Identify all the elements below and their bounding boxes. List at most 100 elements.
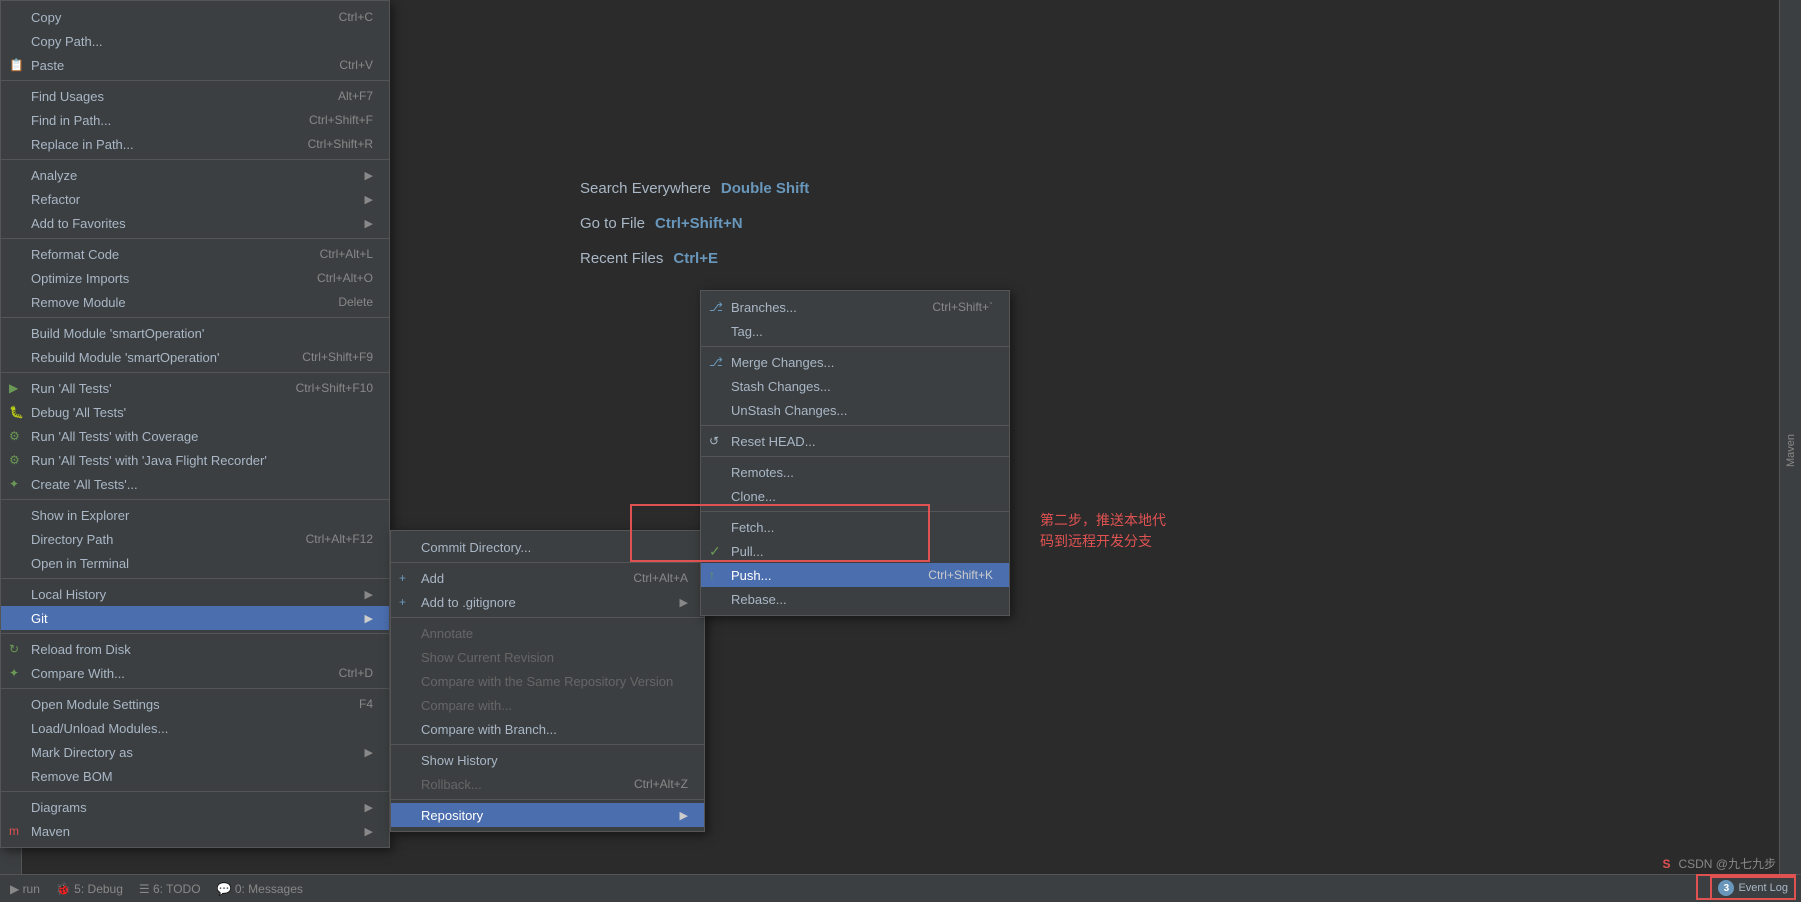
mark-dir-arrow-icon: ▶ [365, 746, 373, 759]
menu-paste[interactable]: 📋 Paste Ctrl+V [1, 53, 389, 77]
status-run[interactable]: ▶ run [10, 882, 40, 896]
repo-stash[interactable]: Stash Changes... [701, 374, 1009, 398]
local-history-arrow-icon: ▶ [365, 588, 373, 601]
csdn-text: S [1662, 857, 1670, 871]
git-add[interactable]: + Add Ctrl+Alt+A [391, 566, 704, 590]
repo-arrow-icon: ▶ [680, 809, 688, 822]
repo-tag[interactable]: Tag... [701, 319, 1009, 343]
menu-diagrams[interactable]: Diagrams ▶ [1, 795, 389, 819]
repo-clone[interactable]: Clone... [701, 484, 1009, 508]
menu-find-in-path-shortcut: Ctrl+Shift+F [309, 113, 373, 127]
sep9 [1, 688, 389, 689]
git-rollback-shortcut: Ctrl+Alt+Z [634, 777, 688, 791]
git-show-revision[interactable]: Show Current Revision [391, 645, 704, 669]
git-add-gitignore[interactable]: + Add to .gitignore ▶ [391, 590, 704, 614]
repo-branches[interactable]: ⎇ Branches... Ctrl+Shift+` [701, 295, 1009, 319]
menu-find-in-path[interactable]: Find in Path... Ctrl+Shift+F [1, 108, 389, 132]
menu-run-tests[interactable]: ▶ Run 'All Tests' Ctrl+Shift+F10 [1, 376, 389, 400]
git-repository[interactable]: Repository ▶ [391, 803, 704, 827]
menu-local-history[interactable]: Local History ▶ [1, 582, 389, 606]
menu-debug-tests[interactable]: 🐛 Debug 'All Tests' [1, 400, 389, 424]
menu-git[interactable]: Git ▶ [1, 606, 389, 630]
menu-run-flight-recorder[interactable]: ⚙ Run 'All Tests' with 'Java Flight Reco… [1, 448, 389, 472]
git-add-gitignore-label: Add to .gitignore [421, 595, 516, 610]
menu-run-coverage[interactable]: ⚙ Run 'All Tests' with Coverage [1, 424, 389, 448]
repo-merge[interactable]: ⎇ Merge Changes... [701, 350, 1009, 374]
git-sep2 [391, 617, 704, 618]
status-todo[interactable]: ☰ 6: TODO [139, 882, 201, 896]
menu-diagrams-label: Diagrams [31, 800, 87, 815]
menu-run-coverage-label: Run 'All Tests' with Coverage [31, 429, 198, 444]
menu-run-flight-recorder-label: Run 'All Tests' with 'Java Flight Record… [31, 453, 267, 468]
git-show-revision-label: Show Current Revision [421, 650, 554, 665]
status-messages[interactable]: 💬 0: Messages [217, 882, 303, 896]
menu-optimize-imports-shortcut: Ctrl+Alt+O [317, 271, 373, 285]
menu-remove-module[interactable]: Remove Module Delete [1, 290, 389, 314]
git-rollback[interactable]: Rollback... Ctrl+Alt+Z [391, 772, 704, 796]
menu-reformat-shortcut: Ctrl+Alt+L [320, 247, 373, 261]
menu-compare-with[interactable]: ✦ Compare With... Ctrl+D [1, 661, 389, 685]
menu-analyze-label: Analyze [31, 168, 77, 183]
search-label: Search Everywhere [580, 180, 711, 197]
menu-debug-tests-label: Debug 'All Tests' [31, 405, 126, 420]
menu-optimize-imports[interactable]: Optimize Imports Ctrl+Alt+O [1, 266, 389, 290]
menu-copy-path[interactable]: Copy Path... [1, 29, 389, 53]
git-gitignore-icon: + [399, 595, 406, 609]
event-log-button[interactable]: 3 Event Log [1710, 876, 1796, 900]
menu-find-usages-shortcut: Alt+F7 [338, 89, 373, 103]
git-annotate[interactable]: Annotate [391, 621, 704, 645]
menu-git-label: Git [31, 611, 48, 626]
menu-load-unload[interactable]: Load/Unload Modules... [1, 716, 389, 740]
menu-remove-bom[interactable]: Remove BOM [1, 764, 389, 788]
repo-sep1 [701, 346, 1009, 347]
repo-reset-head[interactable]: ↺ Reset HEAD... [701, 429, 1009, 453]
menu-create-tests[interactable]: ✦ Create 'All Tests'... [1, 472, 389, 496]
repo-rebase[interactable]: Rebase... [701, 587, 1009, 611]
git-compare-with[interactable]: Compare with... [391, 693, 704, 717]
menu-replace-in-path-shortcut: Ctrl+Shift+R [308, 137, 373, 151]
menu-add-favorites-label: Add to Favorites [31, 216, 126, 231]
menu-rebuild-module-shortcut: Ctrl+Shift+F9 [302, 350, 373, 364]
menu-build-module[interactable]: Build Module 'smartOperation' [1, 321, 389, 345]
git-compare-with-label: Compare with... [421, 698, 512, 713]
git-add-label: Add [421, 571, 444, 586]
git-compare-branch[interactable]: Compare with Branch... [391, 717, 704, 741]
repo-remotes[interactable]: Remotes... [701, 460, 1009, 484]
menu-remove-bom-label: Remove BOM [31, 769, 113, 784]
repo-fetch[interactable]: Fetch... [701, 515, 1009, 539]
menu-maven[interactable]: m Maven ▶ [1, 819, 389, 843]
menu-analyze[interactable]: Analyze ▶ [1, 163, 389, 187]
menu-replace-in-path[interactable]: Replace in Path... Ctrl+Shift+R [1, 132, 389, 156]
repo-unstash[interactable]: UnStash Changes... [701, 398, 1009, 422]
git-show-history[interactable]: Show History [391, 748, 704, 772]
menu-copy[interactable]: Copy Ctrl+C [1, 5, 389, 29]
menu-mark-directory[interactable]: Mark Directory as ▶ [1, 740, 389, 764]
maven-menu-icon: m [9, 824, 19, 838]
menu-rebuild-module[interactable]: Rebuild Module 'smartOperation' Ctrl+Shi… [1, 345, 389, 369]
menu-directory-path[interactable]: Directory Path Ctrl+Alt+F12 [1, 527, 389, 551]
menu-show-explorer[interactable]: Show in Explorer [1, 503, 389, 527]
branch-icon: ⎇ [709, 300, 723, 314]
git-show-history-label: Show History [421, 753, 498, 768]
menu-add-favorites[interactable]: Add to Favorites ▶ [1, 211, 389, 235]
repo-push[interactable]: ↑ Push... Ctrl+Shift+K [701, 563, 1009, 587]
menu-refactor[interactable]: Refactor ▶ [1, 187, 389, 211]
favorites-arrow-icon: ▶ [365, 217, 373, 230]
menu-create-tests-label: Create 'All Tests'... [31, 477, 138, 492]
menu-reload-disk[interactable]: ↻ Reload from Disk [1, 637, 389, 661]
repo-rebase-label: Rebase... [731, 592, 787, 607]
menu-replace-in-path-label: Replace in Path... [31, 137, 134, 152]
git-commit-dir[interactable]: Commit Directory... [391, 535, 704, 559]
menu-find-usages[interactable]: Find Usages Alt+F7 [1, 84, 389, 108]
menu-module-settings[interactable]: Open Module Settings F4 [1, 692, 389, 716]
repo-pull[interactable]: ✓ Pull... [701, 539, 1009, 563]
git-annotate-label: Annotate [421, 626, 473, 641]
coverage-icon: ⚙ [9, 429, 20, 443]
recent-label: Recent Files [580, 250, 663, 267]
menu-reformat[interactable]: Reformat Code Ctrl+Alt+L [1, 242, 389, 266]
git-add-shortcut: Ctrl+Alt+A [633, 571, 688, 585]
git-context-menu: Commit Directory... + Add Ctrl+Alt+A + A… [390, 530, 705, 832]
git-compare-repo[interactable]: Compare with the Same Repository Version [391, 669, 704, 693]
menu-open-terminal[interactable]: Open in Terminal [1, 551, 389, 575]
status-debug[interactable]: 🐞 5: Debug [56, 882, 123, 896]
